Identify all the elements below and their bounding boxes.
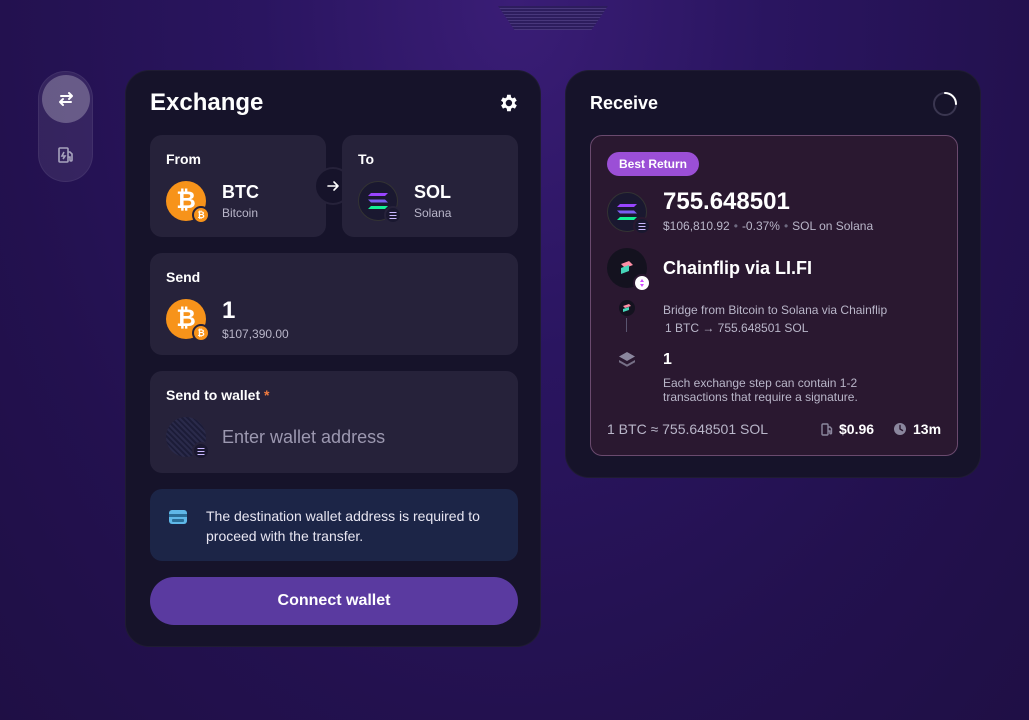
bitcoin-network-badge-icon: ₿ (192, 206, 210, 224)
send-usd-value: $107,390.00 (222, 327, 289, 341)
exchange-card: Exchange From ₿ ₿ BTC Bitcoin To SOL Sol… (125, 70, 541, 647)
loading-spinner-icon (933, 92, 957, 116)
step-description: Bridge from Bitcoin to Solana via Chainf… (663, 301, 887, 337)
send-to-wallet-panel: Send to wallet * (150, 371, 518, 473)
receive-amount: 755.648501 (663, 188, 790, 215)
step-amounts-text: 1 BTC → 755.648501 SOL (665, 321, 809, 335)
estimated-time: 13m (893, 421, 941, 437)
connect-wallet-button[interactable]: Connect wallet (150, 577, 518, 625)
exchange-rate: 1 BTC ≈ 755.648501 SOL (607, 421, 769, 437)
step-desc-text: Bridge from Bitcoin to Solana via Chainf… (663, 303, 888, 317)
to-symbol: SOL (414, 182, 452, 202)
receive-chain: SOL on Solana (792, 219, 874, 233)
swap-arrows-icon (59, 92, 73, 106)
gas-fee-value: $0.96 (839, 421, 875, 437)
gas-mode-button[interactable] (42, 131, 90, 179)
card-icon (169, 510, 187, 524)
required-mark: * (264, 387, 270, 403)
gas-pump-icon (821, 423, 833, 436)
to-token-selector[interactable]: To SOL Solana (342, 135, 518, 237)
receive-card: Receive Best Return 755.648501 $106,810.… (565, 70, 981, 478)
from-name: Bitcoin (222, 206, 259, 220)
best-return-badge: Best Return (607, 152, 700, 176)
clock-icon (894, 423, 906, 435)
receive-details: $106,810.92 • -0.37% • SOL on Solana (663, 219, 874, 233)
receive-usd: $106,810.92 (663, 219, 730, 233)
fuel-icon (58, 147, 73, 163)
chainflip-step-icon (619, 300, 635, 316)
price-change: -0.37% (741, 219, 780, 233)
bitcoin-network-badge-icon: ₿ (192, 324, 210, 342)
from-symbol: BTC (222, 182, 259, 202)
gear-icon[interactable] (497, 92, 519, 114)
step-connector (626, 318, 627, 332)
provider-name: Chainflip via LI.FI (663, 258, 813, 278)
estimated-time-value: 13m (913, 421, 942, 437)
wallet-address-input[interactable] (222, 423, 502, 451)
mode-rail (38, 71, 93, 182)
wallet-required-notice: The destination wallet address is requir… (150, 489, 518, 561)
solana-network-badge-icon (633, 217, 651, 235)
from-label: From (166, 151, 201, 167)
exchange-title: Exchange (150, 89, 264, 116)
receive-title: Receive (590, 93, 659, 113)
solana-network-badge-icon (192, 442, 210, 460)
send-amount-value[interactable]: 1 (222, 297, 235, 325)
steps-explanation: Each exchange step can contain 1-2 trans… (663, 376, 858, 404)
to-label: To (358, 151, 375, 167)
top-drawer-handle[interactable] (498, 6, 608, 30)
gas-fee: $0.96 (821, 421, 874, 437)
notice-text: The destination wallet address is requir… (206, 508, 480, 544)
layers-icon (619, 352, 635, 367)
wallet-label-text: Send to wallet (166, 387, 261, 403)
exchange-mode-button[interactable] (42, 75, 90, 123)
route-option[interactable]: Best Return 755.648501 $106,810.92 • -0.37… (590, 135, 958, 456)
solana-network-badge-icon (384, 206, 402, 224)
lifi-badge-icon (633, 274, 651, 292)
from-token-selector[interactable]: From ₿ ₿ BTC Bitcoin (150, 135, 326, 237)
arrow-right-icon (327, 181, 339, 191)
send-amount-panel[interactable]: Send ₿ ₿ 1 $107,390.00 (150, 253, 518, 355)
send-label: Send (166, 269, 201, 285)
wallet-label: Send to wallet * (166, 387, 269, 403)
steps-count: 1 (663, 351, 672, 368)
to-name: Solana (414, 206, 452, 220)
